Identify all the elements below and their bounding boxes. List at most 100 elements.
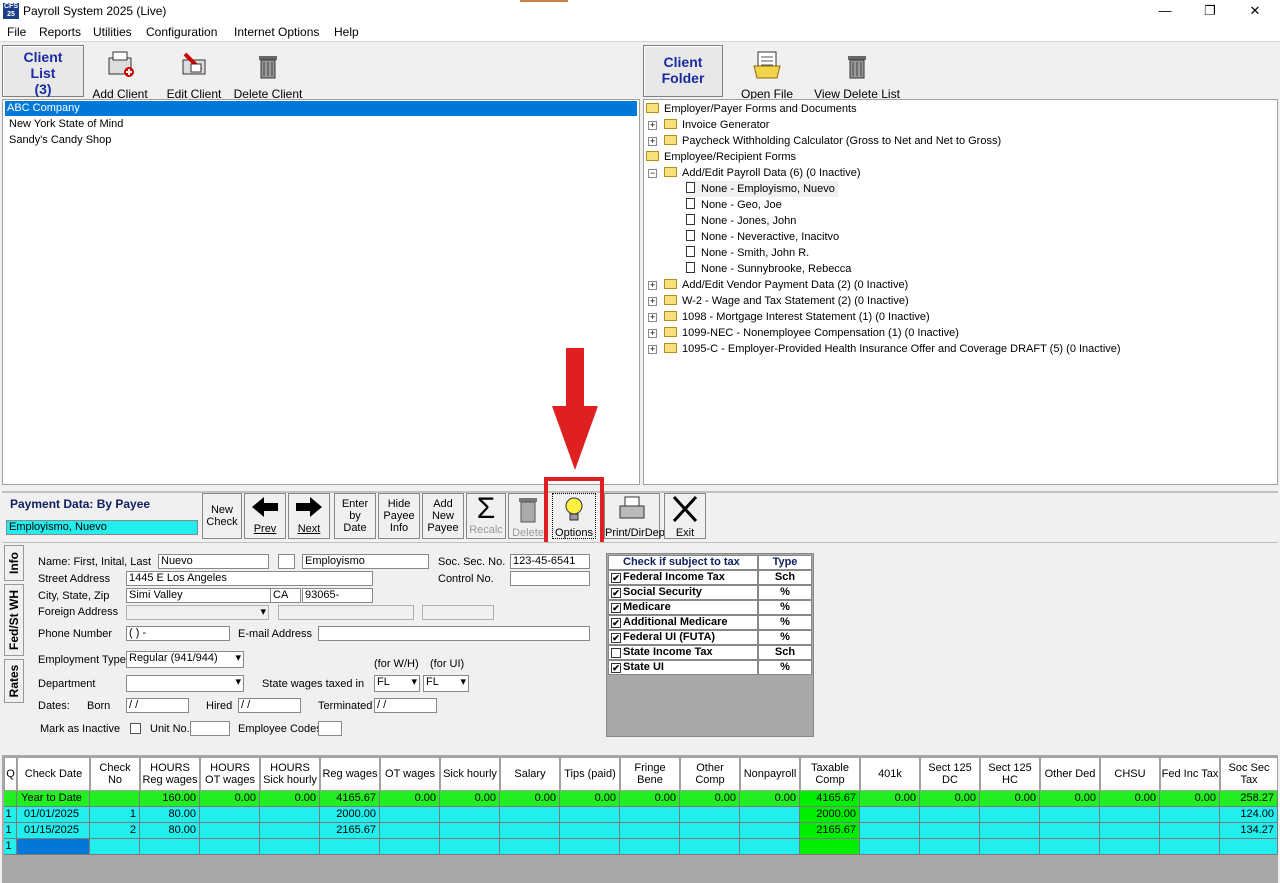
close-button[interactable]: ✕ [1235, 1, 1275, 21]
grid-cell[interactable]: 0.00 [440, 791, 500, 807]
grid-cell[interactable] [920, 839, 980, 855]
grid-cell[interactable] [860, 839, 920, 855]
grid-cell[interactable]: 0.00 [1160, 791, 1220, 807]
expand-icon[interactable]: + [648, 137, 657, 146]
grid-cell[interactable] [980, 839, 1040, 855]
grid-cell[interactable] [200, 839, 260, 855]
grid-cell[interactable]: 0.00 [1040, 791, 1100, 807]
prev-button[interactable]: Prev [244, 493, 286, 539]
grid-cell[interactable]: Year to Date [17, 791, 90, 807]
street-field[interactable]: 1445 E Los Angeles [126, 571, 373, 586]
grid-cell[interactable]: 0.00 [920, 791, 980, 807]
grid-cell[interactable] [740, 807, 800, 823]
middle-initial-field[interactable] [278, 554, 295, 569]
grid-cell[interactable] [1040, 839, 1100, 855]
tax-checkbox[interactable]: ✔ [611, 603, 621, 613]
maximize-button[interactable]: ❐ [1190, 1, 1230, 21]
tree-node-paycheck-calc[interactable]: Paycheck Withholding Calculator (Gross t… [664, 133, 1001, 149]
grid-cell[interactable]: 0.00 [200, 791, 260, 807]
grid-cell[interactable] [560, 839, 620, 855]
expand-icon[interactable]: + [648, 297, 657, 306]
email-field[interactable] [318, 626, 590, 641]
first-name-field[interactable]: Nuevo [158, 554, 269, 569]
tree-node-vendor[interactable]: Add/Edit Vendor Payment Data (2) (0 Inac… [664, 277, 908, 293]
grid-cell[interactable] [260, 807, 320, 823]
tree-node-employee-forms[interactable]: Employee/Recipient Forms [646, 149, 796, 165]
grid-cell[interactable] [1040, 823, 1100, 839]
grid-cell[interactable]: 258.27 [1220, 791, 1278, 807]
grid-cell[interactable]: 01/15/2025 [17, 823, 90, 839]
control-field[interactable] [510, 571, 590, 586]
foreign-province-field[interactable] [278, 605, 414, 620]
grid-cell[interactable]: 134.27 [1220, 823, 1278, 839]
grid-cell[interactable] [500, 823, 560, 839]
tax-checkbox[interactable]: ✔ [611, 663, 621, 673]
open-file-button[interactable]: Open File [736, 48, 798, 101]
tax-checkbox[interactable]: ✔ [611, 633, 621, 643]
tree-node-w2[interactable]: W-2 - Wage and Tax Statement (2) (0 Inac… [664, 293, 909, 309]
grid-cell[interactable]: 0.00 [500, 791, 560, 807]
tree-node-employee[interactable]: None - Employismo, Nuevo [686, 181, 838, 197]
grid-cell[interactable] [260, 823, 320, 839]
grid-cell[interactable]: 2000.00 [320, 807, 380, 823]
grid-cell[interactable] [920, 807, 980, 823]
zip-field[interactable]: 93065- [302, 588, 373, 603]
edit-client-button[interactable]: Edit Client [164, 48, 224, 101]
tree-node-employee[interactable]: None - Sunnybrooke, Rebecca [686, 261, 851, 277]
grid-cell[interactable] [380, 823, 440, 839]
inactive-checkbox[interactable] [130, 723, 141, 734]
tree-node-1098[interactable]: 1098 - Mortgage Interest Statement (1) (… [664, 309, 930, 325]
grid-cell[interactable] [980, 807, 1040, 823]
menu-reports[interactable]: Reports [39, 25, 81, 39]
collapse-icon[interactable]: − [648, 169, 657, 178]
ssn-field[interactable]: 123-45-6541 [510, 554, 590, 569]
tax-checkbox[interactable] [611, 648, 621, 658]
client-folder-tab[interactable]: Client Folder [643, 45, 723, 97]
grid-cell[interactable] [680, 823, 740, 839]
view-delete-list-button[interactable]: View Delete List [812, 48, 902, 101]
tree-node-employee[interactable]: None - Neveractive, Inacitvo [686, 229, 839, 245]
grid-cell[interactable] [90, 791, 140, 807]
tree-node-1099[interactable]: 1099-NEC - Nonemployee Compensation (1) … [664, 325, 959, 341]
enter-by-date-button[interactable]: Enter by Date [334, 493, 376, 539]
unit-no-field[interactable] [190, 721, 230, 736]
tab-rates[interactable]: Rates [4, 659, 24, 703]
city-field[interactable]: Simi Valley [126, 588, 271, 603]
tree-node-employee[interactable]: None - Geo, Joe [686, 197, 782, 213]
state-field[interactable]: CA [270, 588, 301, 603]
tab-info[interactable]: Info [4, 545, 24, 581]
grid-cell[interactable] [200, 807, 260, 823]
grid-cell[interactable]: 0.00 [1100, 791, 1160, 807]
grid-cell[interactable] [380, 839, 440, 855]
grid-cell[interactable] [17, 839, 90, 855]
grid-cell[interactable] [380, 807, 440, 823]
tree-node-employee[interactable]: None - Smith, John R. [686, 245, 809, 261]
grid-cell[interactable]: 4165.67 [800, 791, 860, 807]
grid-cell[interactable]: 80.00 [140, 823, 200, 839]
phone-field[interactable]: ( ) - [126, 626, 230, 641]
grid-cell[interactable] [980, 823, 1040, 839]
client-item[interactable]: ABC Company [5, 101, 637, 116]
client-item[interactable]: Sandy's Candy Shop [7, 133, 113, 148]
grid-q-cell[interactable] [4, 791, 17, 807]
grid-cell[interactable]: 0.00 [560, 791, 620, 807]
grid-cell[interactable] [440, 839, 500, 855]
tree-node-employee[interactable]: None - Jones, John [686, 213, 796, 229]
tree-node-invoice[interactable]: Invoice Generator [664, 117, 769, 133]
grid-cell[interactable]: 2 [90, 823, 140, 839]
expand-icon[interactable]: + [648, 345, 657, 354]
last-name-field[interactable]: Employismo [302, 554, 429, 569]
employee-codes-field[interactable] [318, 721, 342, 736]
grid-cell[interactable] [500, 839, 560, 855]
next-button[interactable]: Next [288, 493, 330, 539]
terminated-date-field[interactable]: / / [374, 698, 437, 713]
grid-cell[interactable]: 0.00 [680, 791, 740, 807]
delete-button[interactable]: Delete [508, 493, 548, 539]
grid-cell[interactable] [1160, 823, 1220, 839]
grid-cell[interactable] [440, 807, 500, 823]
grid-cell[interactable] [860, 823, 920, 839]
menu-file[interactable]: File [7, 25, 26, 39]
grid-cell[interactable] [680, 839, 740, 855]
grid-cell[interactable]: 0.00 [740, 791, 800, 807]
grid-cell[interactable] [620, 839, 680, 855]
